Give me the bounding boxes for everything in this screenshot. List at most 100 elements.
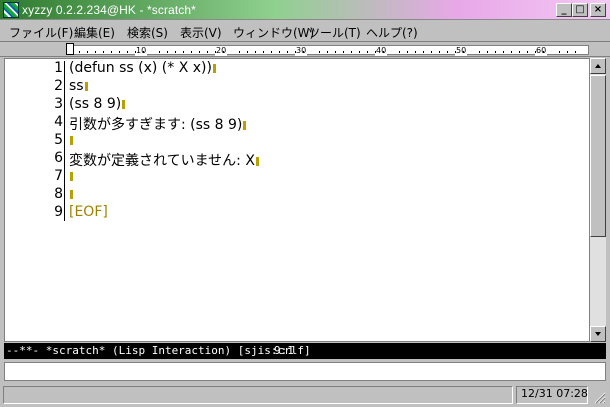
menu-view[interactable]: 表示(V) [180, 24, 222, 41]
ruler-tick [423, 51, 424, 53]
ruler-tick [487, 51, 488, 53]
menu-file[interactable]: ファイル(F) [9, 24, 73, 41]
ruler-label: 10 [135, 46, 148, 56]
line-number: 8 [54, 186, 63, 202]
ruler-tick [247, 51, 248, 53]
ruler-tick [207, 51, 208, 53]
ruler-tick [223, 51, 224, 53]
ruler-tick [111, 51, 112, 53]
ruler-tick [191, 51, 192, 53]
title-bar[interactable]: xyzzy 0.2.2.234@HK - *scratch* _ □ × [0, 0, 610, 20]
ruler-tick [455, 51, 456, 53]
line-number: 4 [54, 114, 63, 130]
cursor-position: 9:1 [274, 344, 294, 357]
code-line-text: (defun ss (x) (* X x)) [69, 60, 212, 76]
ruler-cursor-marker[interactable] [66, 43, 74, 55]
ruler-tick [535, 51, 536, 53]
column-ruler: 10 20 30 40 50 60 [0, 43, 610, 57]
menu-search[interactable]: 検索(S) [127, 24, 168, 41]
close-button[interactable]: × [590, 3, 606, 17]
ruler-tick [215, 51, 216, 53]
code-line[interactable]: ss [69, 78, 88, 94]
ruler-tick [135, 51, 136, 53]
ruler-tick [439, 51, 440, 53]
minibuffer-input[interactable] [4, 362, 606, 381]
ruler-tick [327, 51, 328, 53]
ruler-tick [255, 51, 256, 53]
scroll-up-arrow-icon [595, 64, 601, 68]
ruler-tick [415, 51, 416, 53]
minimize-button[interactable]: _ [556, 3, 572, 17]
xyzzy-app-icon[interactable] [3, 2, 19, 18]
ruler-tick [263, 51, 264, 53]
scroll-up-button[interactable] [590, 58, 606, 74]
ruler-tick [519, 51, 520, 53]
code-line[interactable]: 引数が多すぎます: (ss 8 9) [69, 114, 247, 134]
menu-tools[interactable]: ツール(T) [308, 24, 361, 41]
eol-marker-icon [84, 82, 88, 91]
ruler-tick [79, 51, 80, 53]
ruler-tick [447, 51, 448, 53]
code-line[interactable]: (defun ss (x) (* X x)) [69, 60, 216, 76]
scroll-down-button[interactable] [590, 326, 606, 342]
ruler-tick [463, 51, 464, 53]
ruler-tick [479, 51, 480, 53]
ruler-tick [503, 51, 504, 53]
ruler-tick [271, 51, 272, 53]
ruler-tick [375, 51, 376, 53]
ruler-tick [495, 51, 496, 53]
ruler-tick [559, 51, 560, 53]
ruler-tick [167, 51, 168, 53]
ruler-tick [383, 51, 384, 53]
ruler-tick [567, 51, 568, 53]
vertical-scrollbar[interactable] [590, 58, 606, 342]
ruler-tick [319, 51, 320, 53]
ruler-tick [119, 51, 120, 53]
ruler-tick [127, 51, 128, 53]
eol-marker-icon [255, 157, 259, 166]
menu-edit[interactable]: 編集(E) [74, 24, 115, 41]
ruler-label: 40 [375, 46, 388, 56]
gutter-divider [64, 61, 65, 221]
menu-help[interactable]: ヘルプ(?) [366, 24, 418, 41]
ruler-tick [103, 51, 104, 53]
ruler-tick [239, 51, 240, 53]
ruler-tick [335, 51, 336, 53]
editor-pane[interactable]: 1 2 3 4 5 6 7 8 9 (defun ss (x) (* X x))… [4, 58, 590, 342]
code-line[interactable]: (ss 8 9) [69, 96, 126, 112]
maximize-icon: □ [575, 4, 585, 15]
code-line-text: 引数が多すぎます: (ss 8 9) [69, 117, 243, 133]
code-line[interactable]: 変数が定義されていません: X [69, 150, 259, 170]
ruler-tick [351, 51, 352, 53]
code-line-text: (ss 8 9) [69, 96, 122, 112]
window-title: xyzzy 0.2.2.234@HK - *scratch* [22, 3, 196, 17]
ruler-scale: 10 20 30 40 50 60 [66, 45, 589, 56]
menu-window[interactable]: ウィンドウ(W) [233, 24, 314, 41]
scrollbar-thumb[interactable] [590, 75, 606, 237]
ruler-tick [575, 51, 576, 53]
mode-line-text: --**- *scratch* (Lisp Interaction) [sjis… [6, 344, 311, 357]
menu-bar: ファイル(F) 編集(E) 検索(S) 表示(V) ウィンドウ(W) ツール(T… [0, 20, 610, 42]
close-icon: × [593, 4, 603, 15]
ruler-tick [543, 51, 544, 53]
ruler-label: 30 [295, 46, 308, 56]
eol-marker-icon [70, 190, 73, 199]
status-bar: 12/31 07:28 [0, 384, 610, 407]
ruler-label: 50 [455, 46, 468, 56]
ruler-tick [143, 51, 144, 53]
line-number: 5 [54, 132, 63, 148]
code-line[interactable] [69, 132, 73, 148]
maximize-button[interactable]: □ [572, 3, 588, 17]
ruler-tick [303, 51, 304, 53]
ruler-tick [159, 51, 160, 53]
ruler-tick [343, 51, 344, 53]
ruler-tick [175, 51, 176, 53]
code-line[interactable] [69, 186, 73, 202]
ruler-label: 20 [215, 46, 228, 56]
ruler-tick [511, 51, 512, 53]
ruler-tick [399, 51, 400, 53]
code-line[interactable] [69, 168, 73, 184]
ruler-tick [287, 51, 288, 53]
resize-grip-icon[interactable] [592, 390, 606, 404]
eol-marker-icon [70, 172, 73, 181]
